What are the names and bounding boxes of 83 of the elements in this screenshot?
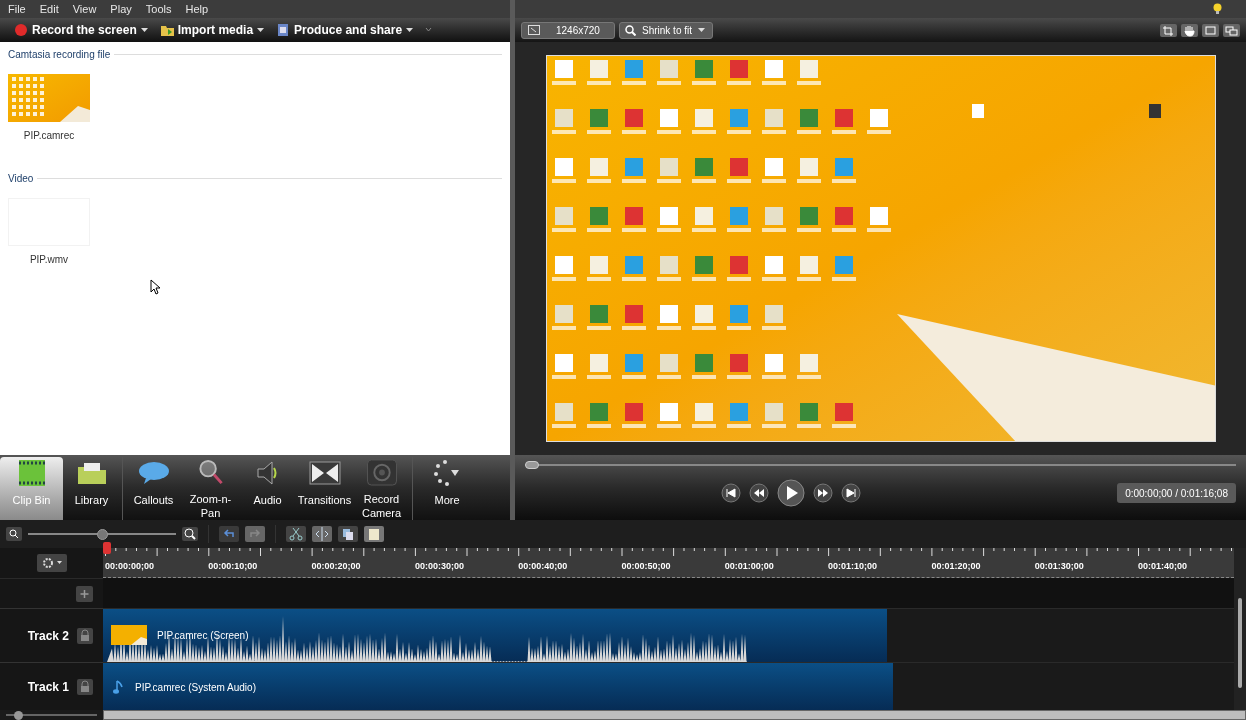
webcam-icon (365, 459, 398, 486)
clip-thumbnail[interactable] (8, 74, 90, 122)
zoom-dropdown[interactable]: Shrink to fit (619, 21, 713, 39)
playhead-marker[interactable] (103, 542, 111, 554)
fast-forward-icon[interactable] (813, 483, 834, 503)
lightbulb-icon[interactable] (1213, 3, 1222, 15)
playback-slider[interactable] (525, 459, 1236, 471)
menu-item[interactable]: Edit (39, 0, 59, 18)
menu-item[interactable]: Help (185, 0, 209, 18)
clip-name[interactable]: PIP.wmv (29, 252, 69, 267)
music-note-icon (113, 679, 125, 695)
task-tab[interactable]: More (417, 457, 477, 520)
fit-screen-icon[interactable] (1202, 23, 1219, 37)
toolbar-button[interactable]: Produce and share (276, 21, 414, 39)
search-icon (625, 24, 636, 36)
clip-label: PIP.camrec (System Audio) (135, 680, 256, 695)
film-icon (276, 23, 291, 37)
time-label: 00:00:20;00 (311, 560, 361, 573)
menu-item[interactable]: Tools (145, 0, 172, 18)
crop-icon[interactable] (1160, 23, 1177, 37)
time-label: 00:01:30;00 (1034, 560, 1084, 573)
lock-icon[interactable] (77, 627, 93, 644)
overflow-icon[interactable] (425, 27, 433, 33)
time-ruler[interactable]: 00:00:00;00 00:00:10;00 00:00:20;00 00:00:30;00 00:00:40;00 00:00:50;00 00:01:00;00 00:01:10;00 00:01:20;00 00:01:30;00 00:01:40;00 (103, 548, 1234, 578)
time-label: 00:00:30;00 (414, 560, 464, 573)
task-tab[interactable]: Callouts (125, 457, 182, 520)
task-tab[interactable]: Library (63, 457, 120, 520)
menu-item[interactable]: Play (110, 0, 132, 18)
play-icon[interactable] (777, 479, 806, 507)
toolbar-button[interactable]: Record the screen (14, 21, 148, 39)
menu-item[interactable]: File (8, 0, 26, 18)
time-label: 00:00:00;00 (105, 560, 155, 573)
time-label: 00:01:10;00 (828, 560, 878, 573)
time-label: 00:00:50;00 (621, 560, 671, 573)
time-display: 0:00:00;00 / 0:01:16;08 (1117, 483, 1236, 503)
toolbar-button[interactable]: Import media (159, 21, 265, 39)
time-label: 00:00:10;00 (208, 560, 258, 573)
caret-icon (140, 28, 148, 32)
clip-thumbnail-icon (111, 625, 147, 645)
record-icon (14, 23, 28, 37)
task-tab[interactable]: Record Camera (353, 457, 410, 520)
skip-back-icon[interactable] (721, 483, 742, 503)
resize-icon (528, 25, 540, 35)
track-name: Track 2 (27, 627, 69, 645)
task-tab[interactable]: Zoom-n-Pan (182, 457, 239, 520)
clip-label: PIP.camrec (Screen) (157, 628, 249, 643)
caret-icon (406, 28, 414, 32)
split-icon[interactable] (312, 526, 332, 542)
caret-icon (698, 28, 706, 32)
task-tab[interactable]: Audio (239, 457, 296, 520)
section-heading: Video (8, 172, 34, 186)
folder-icon (159, 23, 174, 37)
speech-bubble-icon (137, 459, 170, 487)
time-label: 00:00:40;00 (518, 560, 568, 573)
menu-item[interactable]: View (72, 0, 97, 18)
time-label: 00:01:00;00 (724, 560, 774, 573)
undo-icon[interactable] (219, 526, 239, 542)
transition-icon (308, 459, 341, 487)
time-label: 00:01:40;00 (1138, 560, 1188, 573)
paste-icon[interactable] (364, 526, 384, 542)
zoom-in-icon[interactable] (182, 527, 198, 541)
timeline-clip[interactable]: PIP.camrec (System Audio) (103, 663, 893, 710)
zoom-out-icon[interactable] (6, 527, 22, 541)
timeline-clip[interactable]: PIP.camrec (Screen) (103, 609, 887, 662)
add-track-icon[interactable] (76, 585, 93, 602)
settings-icon[interactable] (36, 554, 67, 572)
clip-name[interactable]: PIP.camrec (23, 128, 75, 143)
vertical-scrollbar[interactable] (1234, 548, 1246, 710)
lock-icon[interactable] (77, 678, 93, 695)
caret-icon (257, 28, 265, 32)
skip-forward-icon[interactable] (841, 483, 862, 503)
cut-icon[interactable] (286, 526, 306, 542)
horizontal-scrollbar[interactable] (103, 710, 1246, 720)
time-label: 00:01:20;00 (931, 560, 981, 573)
zoom-slider[interactable] (28, 528, 176, 540)
copy-icon[interactable] (338, 526, 358, 542)
cursor-icon (150, 279, 161, 295)
task-tab[interactable]: Transitions (296, 457, 353, 520)
canvas-size-button[interactable]: 1246x720 (521, 21, 615, 39)
rewind-icon[interactable] (749, 483, 770, 503)
detach-icon[interactable] (1223, 23, 1240, 37)
section-heading: Camtasia recording file (8, 48, 111, 62)
track-name: Track 1 (27, 678, 69, 696)
